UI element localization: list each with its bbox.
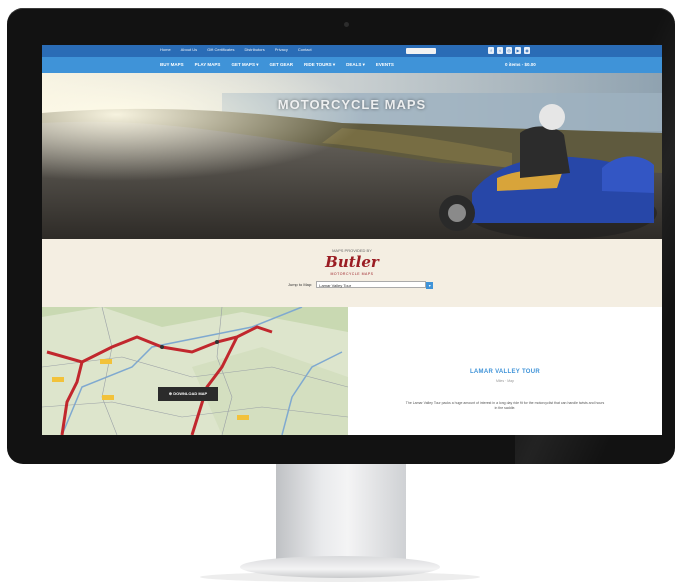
utility-link-about[interactable]: About Us [181, 47, 197, 52]
monitor-stand-base [240, 556, 440, 578]
cart-link[interactable]: 0 items - $0.00 [505, 62, 536, 67]
utility-links: Home About Us Gift Certificates Distribu… [160, 47, 312, 52]
facebook-icon[interactable]: f [488, 47, 494, 54]
nav-item-deals[interactable]: DEALS ▾ [346, 62, 365, 68]
search-input[interactable] [406, 48, 436, 54]
monitor-bezel: Home About Us Gift Certificates Distribu… [7, 8, 675, 464]
monitor-stand [276, 464, 406, 564]
nav-item-get-gear[interactable]: GET GEAR [269, 62, 293, 68]
download-map-button[interactable]: ⊕ DOWNLOAD MAP [158, 387, 218, 401]
hero-banner: MOTORCYCLE MAPS [42, 73, 662, 239]
webcam-icon [344, 22, 349, 27]
nav-item-events[interactable]: EVENTS [376, 62, 394, 68]
nav-item-ride-tours[interactable]: RIDE TOURS ▾ [304, 62, 335, 68]
browser-screen: Home About Us Gift Certificates Distribu… [42, 45, 662, 435]
utility-link-distributors[interactable]: Distributors [244, 47, 264, 52]
butler-logo: Butler [325, 253, 379, 271]
instagram-icon[interactable]: ◎ [506, 47, 512, 54]
nav-item-play-maps[interactable]: PLAY MAPS [195, 62, 221, 68]
chevron-down-icon[interactable]: ▾ [426, 281, 434, 289]
utility-link-privacy[interactable]: Privacy [275, 47, 288, 52]
map-image [42, 307, 348, 435]
tour-details: LAMAR VALLEY TOUR Miles · Map The Lamar … [348, 307, 662, 435]
map-select[interactable]: Lamar Valley Tour ▾ [316, 281, 434, 289]
nav-item-buy-maps[interactable]: BUY MAPS [160, 62, 184, 68]
twitter-icon[interactable]: t [497, 47, 503, 54]
utility-link-home[interactable]: Home [160, 47, 171, 52]
nav-item-get-maps[interactable]: GET MAPS ▾ [231, 62, 258, 68]
tour-description: The Lamar Valley Tour packs a huge amoun… [405, 401, 605, 410]
map-selector-band: MAPS PROVIDED BY Butler MOTORCYCLE MAPS … [42, 239, 662, 307]
utility-link-contact[interactable]: Contact [298, 47, 312, 52]
tour-meta: Miles · Map [495, 379, 515, 383]
page-title: MOTORCYCLE MAPS [277, 97, 427, 112]
jump-to-map-label: Jump to Map: [288, 282, 313, 287]
youtube-icon[interactable]: ▶ [515, 47, 521, 54]
map-select-value: Lamar Valley Tour [319, 283, 352, 288]
rss-icon[interactable]: ◉ [524, 47, 530, 54]
utility-link-gift-certificates[interactable]: Gift Certificates [207, 47, 234, 52]
tour-title: LAMAR VALLEY TOUR [469, 369, 541, 375]
jump-to-map: Jump to Map: Lamar Valley Tour ▾ [288, 281, 434, 289]
main-navigation: BUY MAPS PLAY MAPS GET MAPS ▾ GET GEAR R… [42, 57, 662, 73]
utility-bar: Home About Us Gift Certificates Distribu… [42, 45, 662, 57]
butler-logo-subtitle: MOTORCYCLE MAPS [330, 272, 374, 276]
route-map[interactable]: ⊕ DOWNLOAD MAP [42, 307, 348, 435]
social-icons: f t ◎ ▶ ◉ [488, 47, 530, 54]
